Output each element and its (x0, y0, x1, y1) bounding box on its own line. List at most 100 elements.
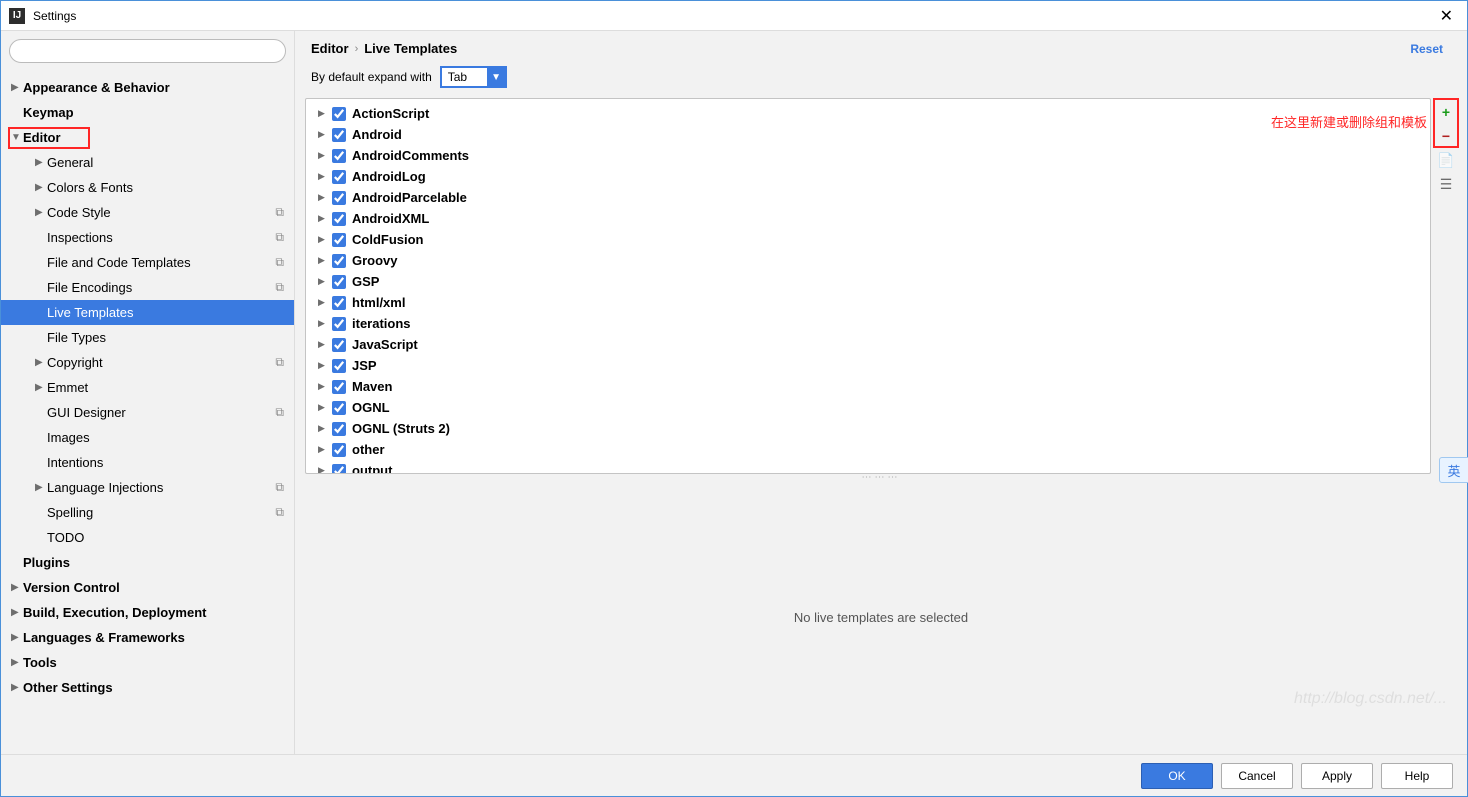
template-group-ognl-struts-2-[interactable]: ▶OGNL (Struts 2) (306, 418, 1430, 439)
expand-arrow-icon[interactable]: ▶ (318, 444, 330, 455)
template-group-html-xml[interactable]: ▶html/xml (306, 292, 1430, 313)
sidebar-item-languages-frameworks[interactable]: ▶Languages & Frameworks (1, 625, 294, 650)
template-group-jsp[interactable]: ▶JSP (306, 355, 1430, 376)
template-group-android[interactable]: ▶Android (306, 124, 1430, 145)
sidebar-item-todo[interactable]: TODO (1, 525, 294, 550)
group-checkbox[interactable] (332, 380, 346, 394)
template-group-gsp[interactable]: ▶GSP (306, 271, 1430, 292)
group-checkbox[interactable] (332, 107, 346, 121)
sidebar-item-other-settings[interactable]: ▶Other Settings (1, 675, 294, 700)
sidebar-item-plugins[interactable]: Plugins (1, 550, 294, 575)
tree-label: Language Injections (47, 480, 163, 495)
sidebar-item-language-injections[interactable]: ▶Language Injections⧉ (1, 475, 294, 500)
template-group-groovy[interactable]: ▶Groovy (306, 250, 1430, 271)
template-group-androidxml[interactable]: ▶AndroidXML (306, 208, 1430, 229)
sidebar-item-tools[interactable]: ▶Tools (1, 650, 294, 675)
settings-template-button[interactable]: ☰ (1436, 174, 1456, 194)
sidebar-item-file-encodings[interactable]: File Encodings⧉ (1, 275, 294, 300)
apply-button[interactable]: Apply (1301, 763, 1373, 789)
remove-template-button[interactable]: − (1436, 126, 1456, 146)
group-checkbox[interactable] (332, 422, 346, 436)
reset-link[interactable]: Reset (1410, 42, 1443, 56)
cancel-button[interactable]: Cancel (1221, 763, 1293, 789)
expand-arrow-icon[interactable]: ▶ (318, 297, 330, 308)
sidebar-item-file-types[interactable]: File Types (1, 325, 294, 350)
template-group-iterations[interactable]: ▶iterations (306, 313, 1430, 334)
template-group-coldfusion[interactable]: ▶ColdFusion (306, 229, 1430, 250)
group-checkbox[interactable] (332, 149, 346, 163)
expand-arrow-icon[interactable]: ▶ (318, 150, 330, 161)
help-button[interactable]: Help (1381, 763, 1453, 789)
template-group-androidlog[interactable]: ▶AndroidLog (306, 166, 1430, 187)
chevron-down-icon[interactable]: ▼ (487, 68, 505, 86)
expand-arrow-icon[interactable]: ▶ (318, 255, 330, 266)
template-group-androidcomments[interactable]: ▶AndroidComments (306, 145, 1430, 166)
expand-arrow-icon: ▶ (35, 482, 47, 493)
expand-select[interactable]: Tab ▼ (440, 66, 507, 88)
group-checkbox[interactable] (332, 170, 346, 184)
expand-arrow-icon[interactable]: ▶ (318, 234, 330, 245)
breadcrumb-root[interactable]: Editor (311, 41, 349, 56)
template-group-androidparcelable[interactable]: ▶AndroidParcelable (306, 187, 1430, 208)
expand-arrow-icon[interactable]: ▶ (318, 276, 330, 287)
sidebar-item-copyright[interactable]: ▶Copyright⧉ (1, 350, 294, 375)
expand-arrow-icon: ▼ (11, 132, 23, 143)
group-checkbox[interactable] (332, 359, 346, 373)
sidebar-item-appearance-behavior[interactable]: ▶Appearance & Behavior (1, 75, 294, 100)
group-checkbox[interactable] (332, 464, 346, 474)
expand-arrow-icon[interactable]: ▶ (318, 213, 330, 224)
sidebar-item-general[interactable]: ▶General (1, 150, 294, 175)
expand-arrow-icon[interactable]: ▶ (318, 108, 330, 119)
settings-tree[interactable]: ▶Appearance & BehaviorKeymap▼Editor▶Gene… (1, 71, 294, 754)
ok-button[interactable]: OK (1141, 763, 1213, 789)
group-checkbox[interactable] (332, 275, 346, 289)
template-group-actionscript[interactable]: ▶ActionScript (306, 103, 1430, 124)
sidebar-item-emmet[interactable]: ▶Emmet (1, 375, 294, 400)
group-checkbox[interactable] (332, 128, 346, 142)
group-checkbox[interactable] (332, 212, 346, 226)
expand-arrow-icon[interactable]: ▶ (318, 171, 330, 182)
sidebar-item-images[interactable]: Images (1, 425, 294, 450)
group-checkbox[interactable] (332, 401, 346, 415)
template-group-javascript[interactable]: ▶JavaScript (306, 334, 1430, 355)
group-checkbox[interactable] (332, 254, 346, 268)
expand-arrow-icon[interactable]: ▶ (318, 423, 330, 434)
template-group-maven[interactable]: ▶Maven (306, 376, 1430, 397)
template-groups-list[interactable]: ▶ActionScript▶Android▶AndroidComments▶An… (306, 99, 1430, 473)
sidebar-item-build-execution-deployment[interactable]: ▶Build, Execution, Deployment (1, 600, 294, 625)
copy-template-button[interactable]: 📄 (1436, 150, 1456, 170)
sidebar-item-editor[interactable]: ▼Editor (1, 125, 294, 150)
group-checkbox[interactable] (332, 191, 346, 205)
expand-arrow-icon[interactable]: ▶ (318, 360, 330, 371)
close-icon[interactable]: ✕ (1434, 6, 1459, 26)
sidebar-item-code-style[interactable]: ▶Code Style⧉ (1, 200, 294, 225)
add-template-button[interactable]: + (1436, 102, 1456, 122)
sidebar-item-spelling[interactable]: Spelling⧉ (1, 500, 294, 525)
sidebar-item-version-control[interactable]: ▶Version Control (1, 575, 294, 600)
expand-arrow-icon: ▶ (35, 157, 47, 168)
tree-label: File Encodings (47, 280, 132, 295)
group-checkbox[interactable] (332, 233, 346, 247)
expand-arrow-icon[interactable]: ▶ (318, 402, 330, 413)
sidebar-item-file-and-code-templates[interactable]: File and Code Templates⧉ (1, 250, 294, 275)
group-checkbox[interactable] (332, 338, 346, 352)
expand-arrow-icon[interactable]: ▶ (318, 339, 330, 350)
group-checkbox[interactable] (332, 317, 346, 331)
expand-arrow-icon[interactable]: ▶ (318, 129, 330, 140)
expand-arrow-icon[interactable]: ▶ (318, 192, 330, 203)
expand-arrow-icon[interactable]: ▶ (318, 381, 330, 392)
sidebar-item-gui-designer[interactable]: GUI Designer⧉ (1, 400, 294, 425)
sidebar-item-intentions[interactable]: Intentions (1, 450, 294, 475)
sidebar-item-inspections[interactable]: Inspections⧉ (1, 225, 294, 250)
expand-arrow-icon[interactable]: ▶ (318, 318, 330, 329)
template-group-ognl[interactable]: ▶OGNL (306, 397, 1430, 418)
template-group-output[interactable]: ▶output (306, 460, 1430, 473)
expand-arrow-icon[interactable]: ▶ (318, 465, 330, 473)
sidebar-item-keymap[interactable]: Keymap (1, 100, 294, 125)
sidebar-item-live-templates[interactable]: Live Templates (1, 300, 294, 325)
template-group-other[interactable]: ▶other (306, 439, 1430, 460)
group-checkbox[interactable] (332, 296, 346, 310)
search-input[interactable] (9, 39, 286, 63)
group-checkbox[interactable] (332, 443, 346, 457)
sidebar-item-colors-fonts[interactable]: ▶Colors & Fonts (1, 175, 294, 200)
